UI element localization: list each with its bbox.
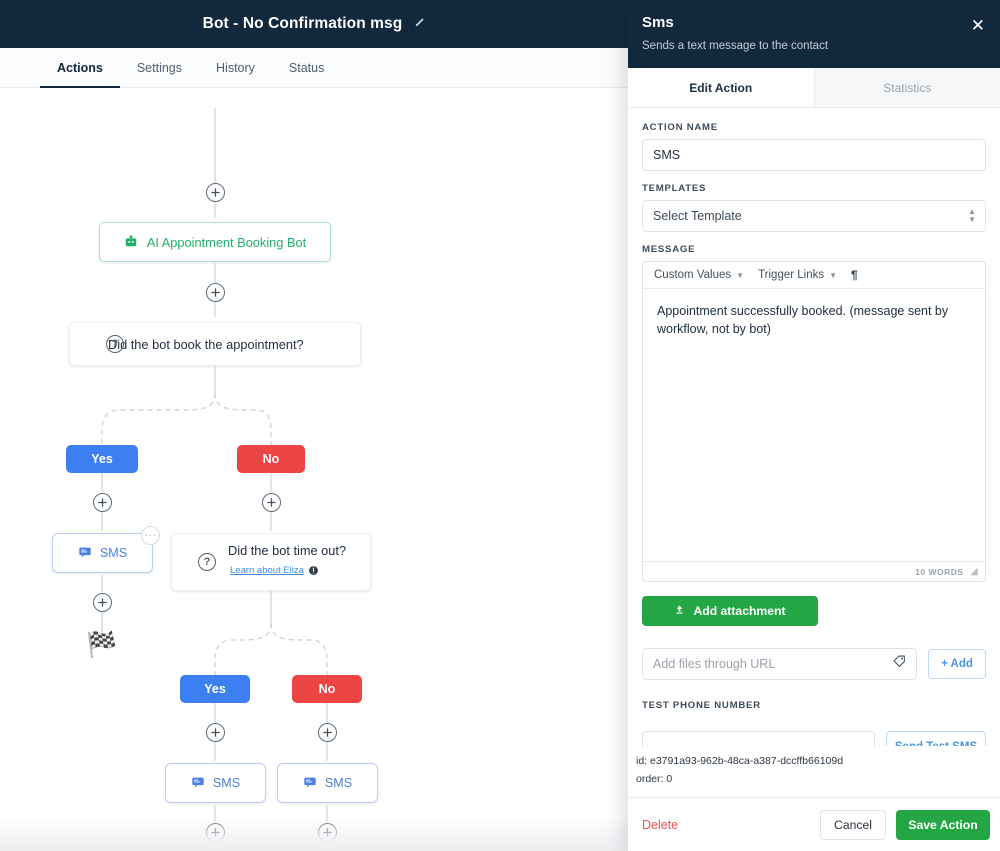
cancel-button[interactable]: Cancel <box>820 809 886 840</box>
workflow-builder-app: Bot - No Confirmation msg Actions Settin… <box>0 0 1000 851</box>
node-ai-appointment-booking-bot[interactable]: AI Appointment Booking Bot <box>99 222 331 262</box>
tag-icon <box>892 654 907 674</box>
resize-handle[interactable]: ◢ <box>971 566 978 577</box>
info-icon[interactable]: i <box>308 566 318 575</box>
action-name-label: ACTION NAME <box>642 122 718 133</box>
upload-icon <box>674 604 685 618</box>
drawer-title: Sms <box>642 14 674 31</box>
template-select-value: Select Template <box>653 209 742 223</box>
question-icon: ? <box>106 335 124 353</box>
edit-title-pencil-icon[interactable] <box>413 17 425 32</box>
flow-canvas[interactable]: AI Appointment Booking Bot ? Did the bot… <box>0 88 628 851</box>
chevron-updown-icon: ▲ ▼ <box>968 207 976 224</box>
url-attachment-row: + Add <box>642 648 986 680</box>
tab-status[interactable]: Status <box>272 48 341 87</box>
add-step-button-yes-1[interactable] <box>93 493 112 512</box>
debug-id: id: e3791a93-962b-48ca-a387-dccffb66109d <box>636 755 844 768</box>
chevron-down-icon: ▼ <box>829 270 838 280</box>
node-label: Did the bot book the appointment? <box>108 336 304 352</box>
tab-actions[interactable]: Actions <box>40 48 120 88</box>
action-name-input[interactable] <box>642 139 986 171</box>
add-step-button-after-bot[interactable] <box>206 283 225 302</box>
add-attachment-label: Add attachment <box>693 604 786 618</box>
add-url-button[interactable]: + Add <box>928 649 986 679</box>
workflow-tabs: Actions Settings History Status <box>0 48 628 88</box>
add-step-button-after-sms-3[interactable] <box>318 823 337 842</box>
workflow-topbar: Bot - No Confirmation msg <box>0 0 628 48</box>
tab-history[interactable]: History <box>199 48 272 87</box>
add-step-button-no-2[interactable] <box>318 723 337 742</box>
question-icon: ? <box>198 553 216 571</box>
tab-edit-action[interactable]: Edit Action <box>628 68 814 107</box>
add-step-button-after-sms-1[interactable] <box>93 593 112 612</box>
drawer-footer: Delete Cancel Save Action <box>628 797 1000 851</box>
message-editor: Custom Values ▼ Trigger Links ▼ ¶ Appoin… <box>642 261 986 582</box>
learn-about-eliza-link[interactable]: Learn about Eliza i <box>230 565 318 576</box>
drawer-body: ACTION NAME TEMPLATES Select Template ▲▼… <box>628 108 1000 797</box>
delete-button[interactable]: Delete <box>642 818 678 832</box>
end-flag-icon-1: 🏁 <box>86 631 118 659</box>
node-label: Did the bot time out? <box>228 543 347 558</box>
paragraph-icon[interactable]: ¶ <box>851 268 858 282</box>
test-phone-label: TEST PHONE NUMBER <box>642 700 761 711</box>
drawer-tabs: Edit Action Statistics <box>628 68 1000 108</box>
drawer-subtitle: Sends a text message to the contact <box>642 40 829 52</box>
message-label: MESSAGE <box>642 244 696 255</box>
node-sms-1[interactable]: SMS ··· <box>52 526 160 573</box>
branch-label-yes-2[interactable]: Yes <box>180 675 250 703</box>
node-condition-booked[interactable]: ? Did the bot book the appointment? <box>69 322 361 366</box>
workflow-canvas-panel: Bot - No Confirmation msg Actions Settin… <box>0 0 628 851</box>
editor-footer: 10 WORDS ◢ <box>643 561 985 581</box>
url-input[interactable] <box>642 648 917 680</box>
add-attachment-button[interactable]: Add attachment <box>642 596 818 626</box>
debug-info: id: e3791a93-962b-48ca-a387-dccffb66109d… <box>628 746 1000 797</box>
word-count: 10 WORDS <box>915 566 964 577</box>
branch-label-yes-1[interactable]: Yes <box>66 445 138 473</box>
drawer-header: Sms Sends a text message to the contact … <box>628 0 1000 68</box>
url-input-wrap <box>642 648 917 680</box>
chat-bubble-icon <box>78 545 92 562</box>
message-textarea[interactable]: Appointment successfully booked. (messag… <box>643 289 985 561</box>
add-step-button-yes-2[interactable] <box>206 723 225 742</box>
editor-toolbar: Custom Values ▼ Trigger Links ▼ ¶ <box>643 262 985 289</box>
add-step-button-top[interactable] <box>206 183 225 202</box>
custom-values-label: Custom Values <box>654 269 732 281</box>
link-label: Learn about Eliza <box>230 565 304 576</box>
branch-label-no-1[interactable]: No <box>237 445 305 473</box>
node-sms-3[interactable]: SMS <box>277 763 378 803</box>
node-label: AI Appointment Booking Bot <box>146 234 307 250</box>
template-select[interactable]: Select Template ▲ ▼ <box>642 200 986 232</box>
debug-order: order: 0 <box>636 773 673 786</box>
sms-action-drawer: Sms Sends a text message to the contact … <box>628 0 1000 851</box>
save-action-button[interactable]: Save Action <box>896 809 990 840</box>
page-title: Bot - No Confirmation msg <box>202 15 403 32</box>
node-label: SMS <box>99 546 128 560</box>
robot-icon <box>124 234 138 251</box>
add-step-button-no-1[interactable] <box>262 493 281 512</box>
trigger-links-dropdown[interactable]: Trigger Links ▼ <box>758 269 837 281</box>
templates-label: TEMPLATES <box>642 183 707 194</box>
trigger-links-label: Trigger Links <box>758 269 825 281</box>
node-menu-button[interactable]: ··· <box>141 526 160 545</box>
custom-values-dropdown[interactable]: Custom Values ▼ <box>654 269 744 281</box>
chat-bubble-icon <box>191 775 205 792</box>
node-sms-2[interactable]: SMS <box>165 763 266 803</box>
close-icon[interactable]: ✕ <box>971 17 985 34</box>
chat-bubble-icon <box>303 775 317 792</box>
tab-settings[interactable]: Settings <box>120 48 199 87</box>
node-condition-timeout[interactable]: ? Did the bot time out? Learn about Eliz… <box>171 533 371 591</box>
node-label: SMS <box>324 776 353 790</box>
branch-label-no-2[interactable]: No <box>292 675 362 703</box>
add-step-button-after-sms-2[interactable] <box>206 823 225 842</box>
node-label: SMS <box>212 776 241 790</box>
chevron-down-icon: ▼ <box>736 270 745 280</box>
tab-statistics[interactable]: Statistics <box>813 68 1000 107</box>
